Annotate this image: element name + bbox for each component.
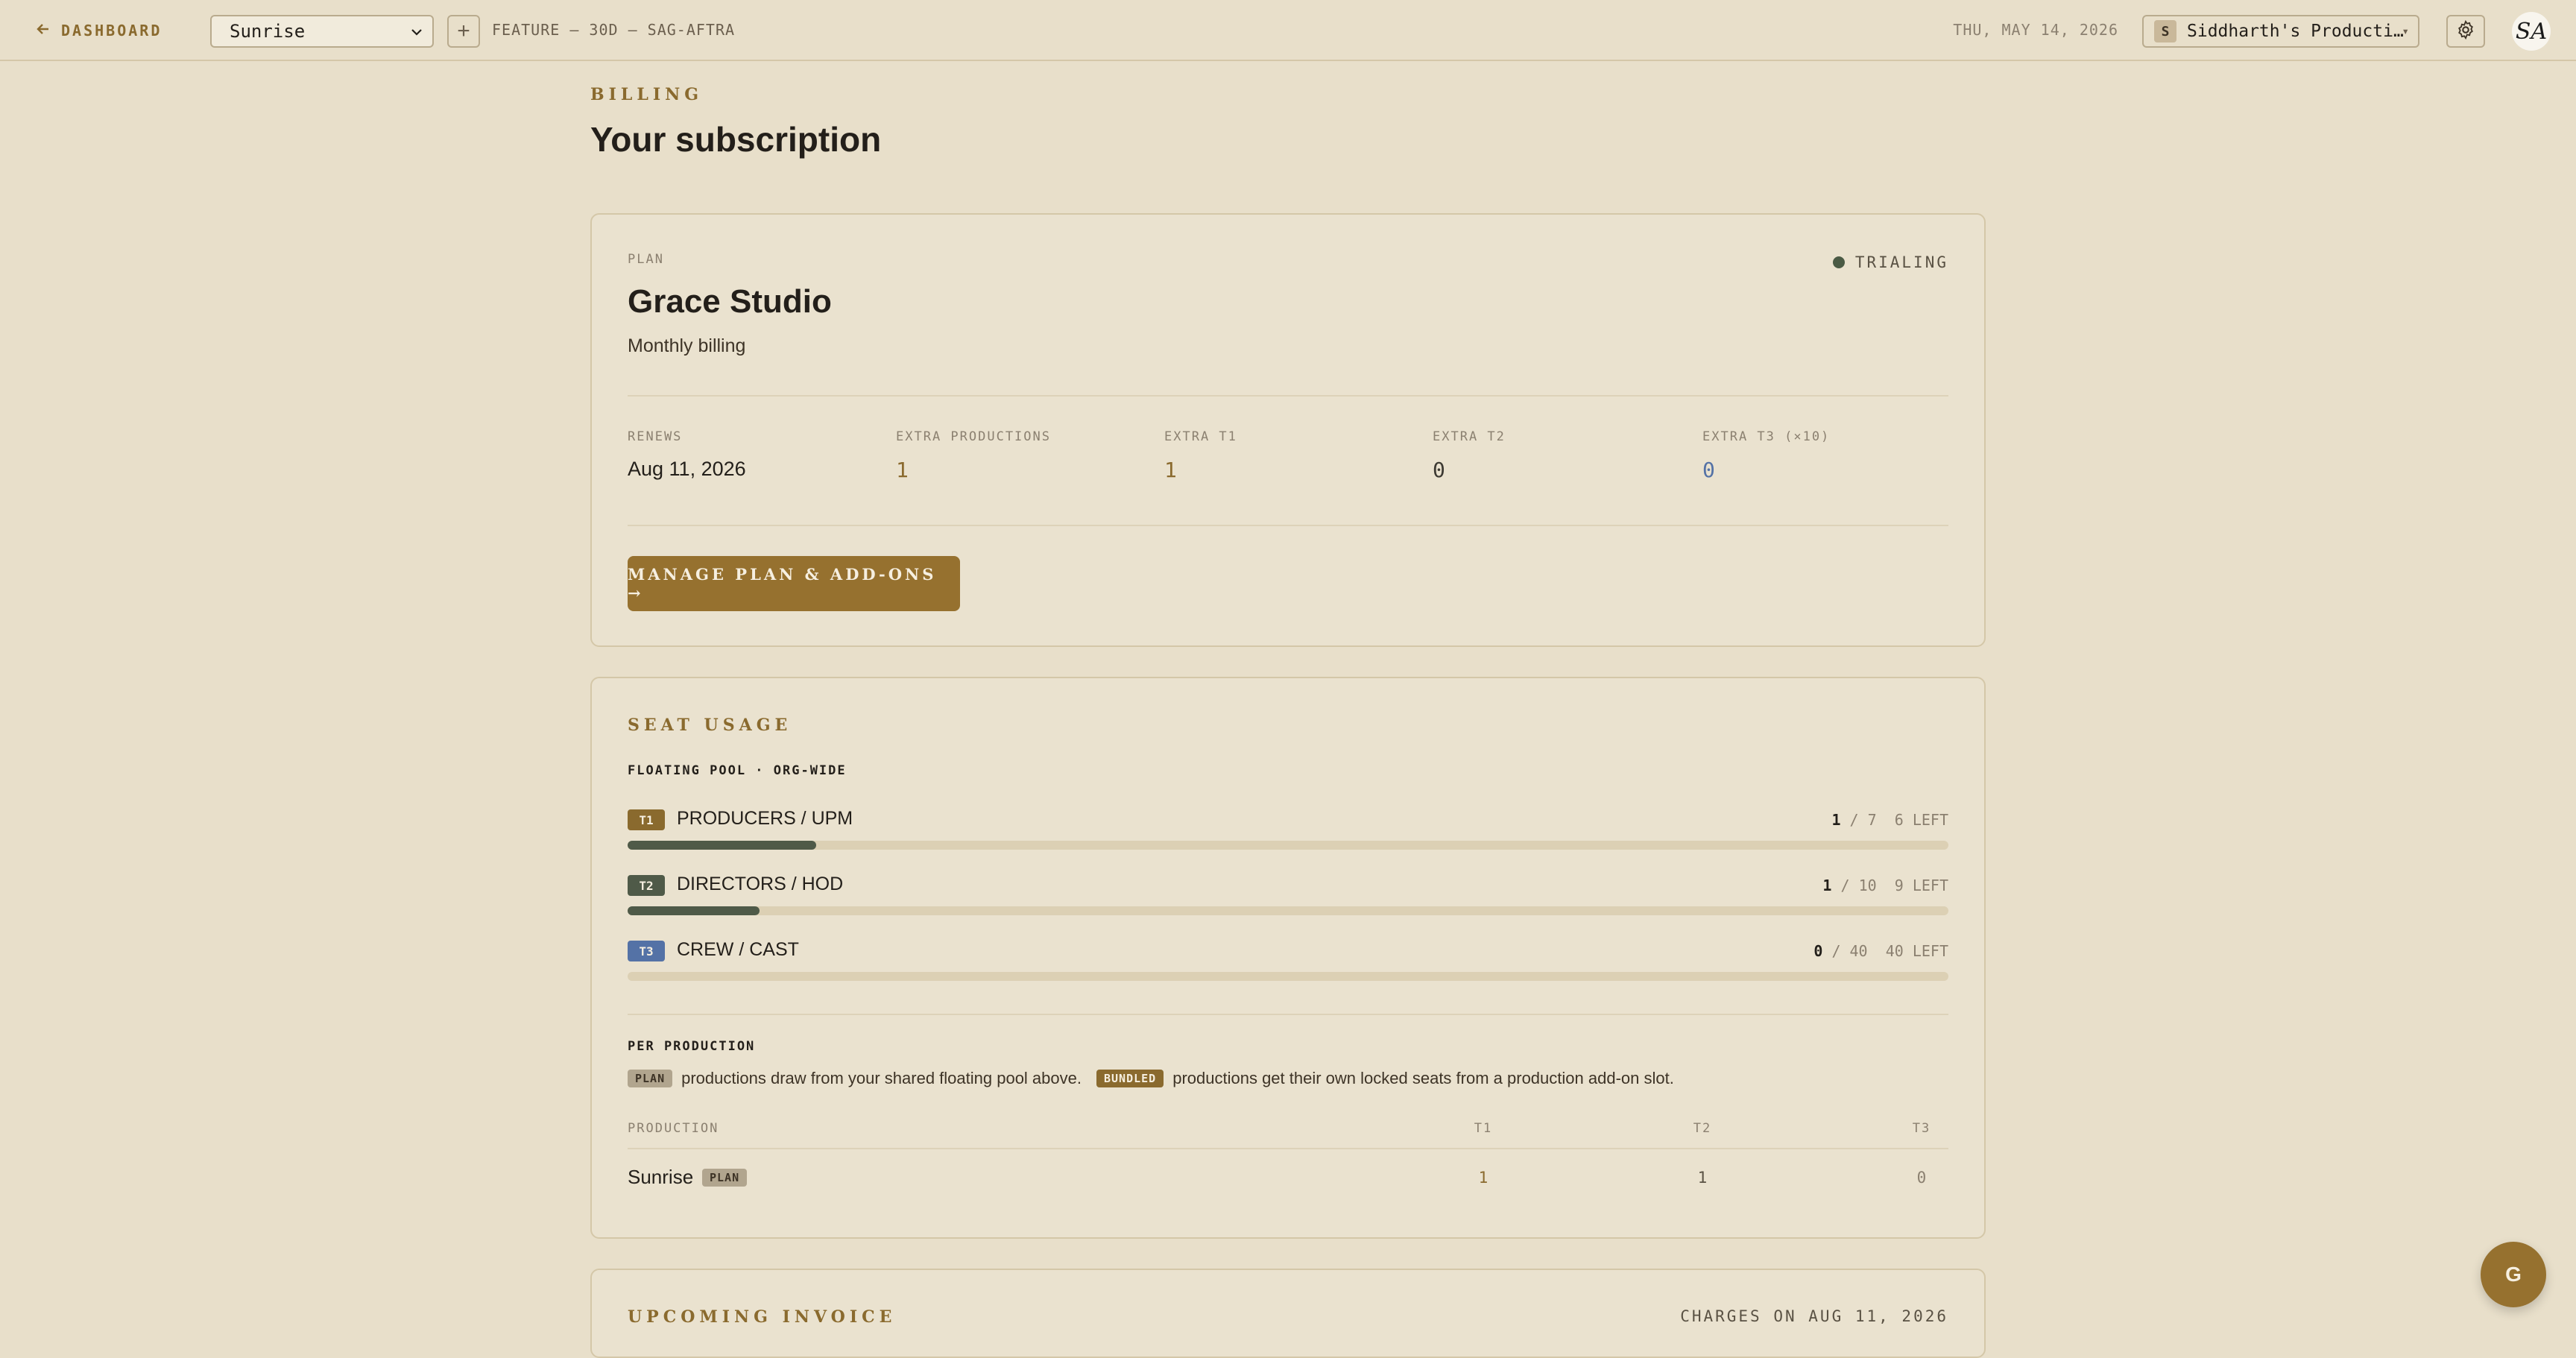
- org-name: Siddharth's Producti…: [2187, 22, 2404, 41]
- status-text: TRIALING: [1854, 253, 1948, 271]
- seat-progress-fill: [628, 906, 760, 915]
- stat-label: EXTRA T3 (×10): [1702, 429, 1831, 444]
- upcoming-invoice-card: UPCOMING INVOICE CHARGES ON AUG 11, 2026: [590, 1269, 1986, 1358]
- tier-name: CREW / CAST: [677, 939, 799, 960]
- col-header-t2: T2: [1693, 1121, 1712, 1136]
- org-switcher[interactable]: S Siddharth's Producti… ▾: [2142, 15, 2419, 48]
- seat-progress-track: [628, 841, 1948, 850]
- org-initial-badge: S: [2154, 20, 2176, 42]
- stat-value: 1: [896, 458, 909, 482]
- seat-progress-track: [628, 972, 1948, 981]
- seat-total: / 7: [1849, 811, 1877, 829]
- t3-count: 0: [1916, 1169, 1927, 1187]
- invoice-charge-date: CHARGES ON AUG 11, 2026: [1680, 1307, 1948, 1325]
- current-date: THU, MAY 14, 2026: [1953, 21, 2118, 39]
- seat-used: 1: [1822, 877, 1832, 894]
- seat-usage-title: SEAT USAGE: [628, 716, 792, 735]
- user-avatar[interactable]: SA: [2512, 12, 2551, 51]
- legend-bundled-text: productions get their own locked seats f…: [1172, 1069, 1674, 1087]
- gear-icon: [2455, 19, 2476, 44]
- seat-count: 1 / 10 9 LEFT: [1822, 877, 1948, 894]
- stat-extra-t2: EXTRA T2 0: [1433, 429, 1656, 482]
- divider: [628, 1014, 1948, 1015]
- stat-renews: RENEWS Aug 11, 2026: [628, 429, 851, 481]
- status-badge: TRIALING: [1832, 253, 1948, 271]
- manage-plan-button[interactable]: MANAGE PLAN & ADD-ONS →: [628, 556, 960, 611]
- tier-name: DIRECTORS / HOD: [677, 874, 844, 894]
- stat-value: 1: [1164, 458, 1177, 482]
- t2-count: 1: [1697, 1169, 1708, 1187]
- seat-left: 6 LEFT: [1894, 811, 1948, 829]
- col-header-t1: T1: [1474, 1121, 1493, 1136]
- project-select-value: Sunrise: [230, 21, 306, 42]
- stat-value: 0: [1702, 458, 1715, 482]
- divider: [628, 1148, 1948, 1149]
- seat-row-t3: T3 CREW / CAST 0 / 40 40 LEFT: [628, 938, 1948, 987]
- table-row[interactable]: Sunrise PLAN 1 1 0: [628, 1164, 1948, 1201]
- project-meta-breadcrumb: FEATURE — 30D — SAG-AFTRA: [492, 21, 736, 39]
- seat-row-t1: T1 PRODUCERS / UPM 1 / 7 6 LEFT: [628, 806, 1948, 856]
- production-legend: PLAN productions draw from your shared f…: [628, 1069, 1674, 1088]
- tier-tag: T3: [628, 941, 665, 961]
- arrow-left-icon: [36, 22, 51, 40]
- seat-total: / 10: [1840, 877, 1877, 894]
- seat-left: 9 LEFT: [1894, 877, 1948, 894]
- seat-count: 0 / 40 40 LEFT: [1813, 942, 1948, 960]
- back-to-dashboard-link[interactable]: DASHBOARD: [36, 19, 162, 42]
- stat-value: Aug 11, 2026: [628, 458, 746, 480]
- col-header-t3: T3: [1912, 1121, 1931, 1136]
- plan-card: PLAN Grace Studio Monthly billing TRIALI…: [590, 213, 1986, 647]
- plan-chip: PLAN: [628, 1070, 673, 1087]
- tier-tag: T2: [628, 875, 665, 896]
- seat-progress-fill: [628, 841, 817, 850]
- caret-down-icon: ▾: [2402, 24, 2409, 38]
- page-title: Your subscription: [590, 120, 882, 159]
- legend-plan-text: productions draw from your shared floati…: [681, 1069, 1082, 1087]
- stat-extra-productions: EXTRA PRODUCTIONS 1: [896, 429, 1120, 482]
- divider: [628, 395, 1948, 397]
- bundled-chip: BUNDLED: [1096, 1070, 1164, 1087]
- tier-name: PRODUCERS / UPM: [677, 808, 853, 829]
- section-label: BILLING: [590, 85, 704, 104]
- stat-label: EXTRA PRODUCTIONS: [896, 429, 1051, 444]
- tier-tag: T1: [628, 809, 665, 830]
- seat-used: 0: [1813, 942, 1823, 960]
- stat-extra-t1: EXTRA T1 1: [1164, 429, 1388, 482]
- seat-usage-card: SEAT USAGE FLOATING POOL · ORG-WIDE T1 P…: [590, 677, 1986, 1239]
- seat-progress-track: [628, 906, 1948, 915]
- back-label: DASHBOARD: [61, 22, 162, 40]
- seat-left: 40 LEFT: [1885, 942, 1948, 960]
- project-select[interactable]: Sunrise: [210, 15, 434, 48]
- assistant-fab-button[interactable]: G: [2481, 1242, 2546, 1307]
- seat-count: 1 / 7 6 LEFT: [1831, 811, 1948, 829]
- plan-label: PLAN: [628, 252, 664, 267]
- upcoming-invoice-title: UPCOMING INVOICE: [628, 1307, 897, 1327]
- production-name: Sunrise: [628, 1166, 694, 1188]
- plan-name: Grace Studio: [628, 283, 832, 320]
- plan-chip: PLAN: [702, 1169, 748, 1187]
- per-production-label: PER PRODUCTION: [628, 1039, 756, 1054]
- billing-cycle: Monthly billing: [628, 335, 746, 356]
- seat-total: / 40: [1831, 942, 1868, 960]
- stat-label: RENEWS: [628, 429, 683, 444]
- chevron-down-icon: [408, 24, 425, 45]
- col-header-production: PRODUCTION: [628, 1121, 719, 1136]
- seat-used: 1: [1831, 811, 1841, 829]
- stat-label: EXTRA T1: [1164, 429, 1237, 444]
- top-bar: DASHBOARD Sunrise + FEATURE — 30D — SAG-…: [0, 0, 2576, 61]
- t1-count: 1: [1478, 1169, 1489, 1187]
- settings-button[interactable]: [2446, 15, 2485, 48]
- add-project-button[interactable]: +: [447, 15, 480, 48]
- stat-value: 0: [1433, 458, 1445, 482]
- divider: [628, 525, 1948, 526]
- stat-label: EXTRA T2: [1433, 429, 1506, 444]
- status-dot-icon: [1832, 256, 1845, 268]
- seat-row-t2: T2 DIRECTORS / HOD 1 / 10 9 LEFT: [628, 872, 1948, 921]
- floating-pool-label: FLOATING POOL · ORG-WIDE: [628, 763, 847, 778]
- stat-extra-t3: EXTRA T3 (×10) 0: [1702, 429, 1941, 482]
